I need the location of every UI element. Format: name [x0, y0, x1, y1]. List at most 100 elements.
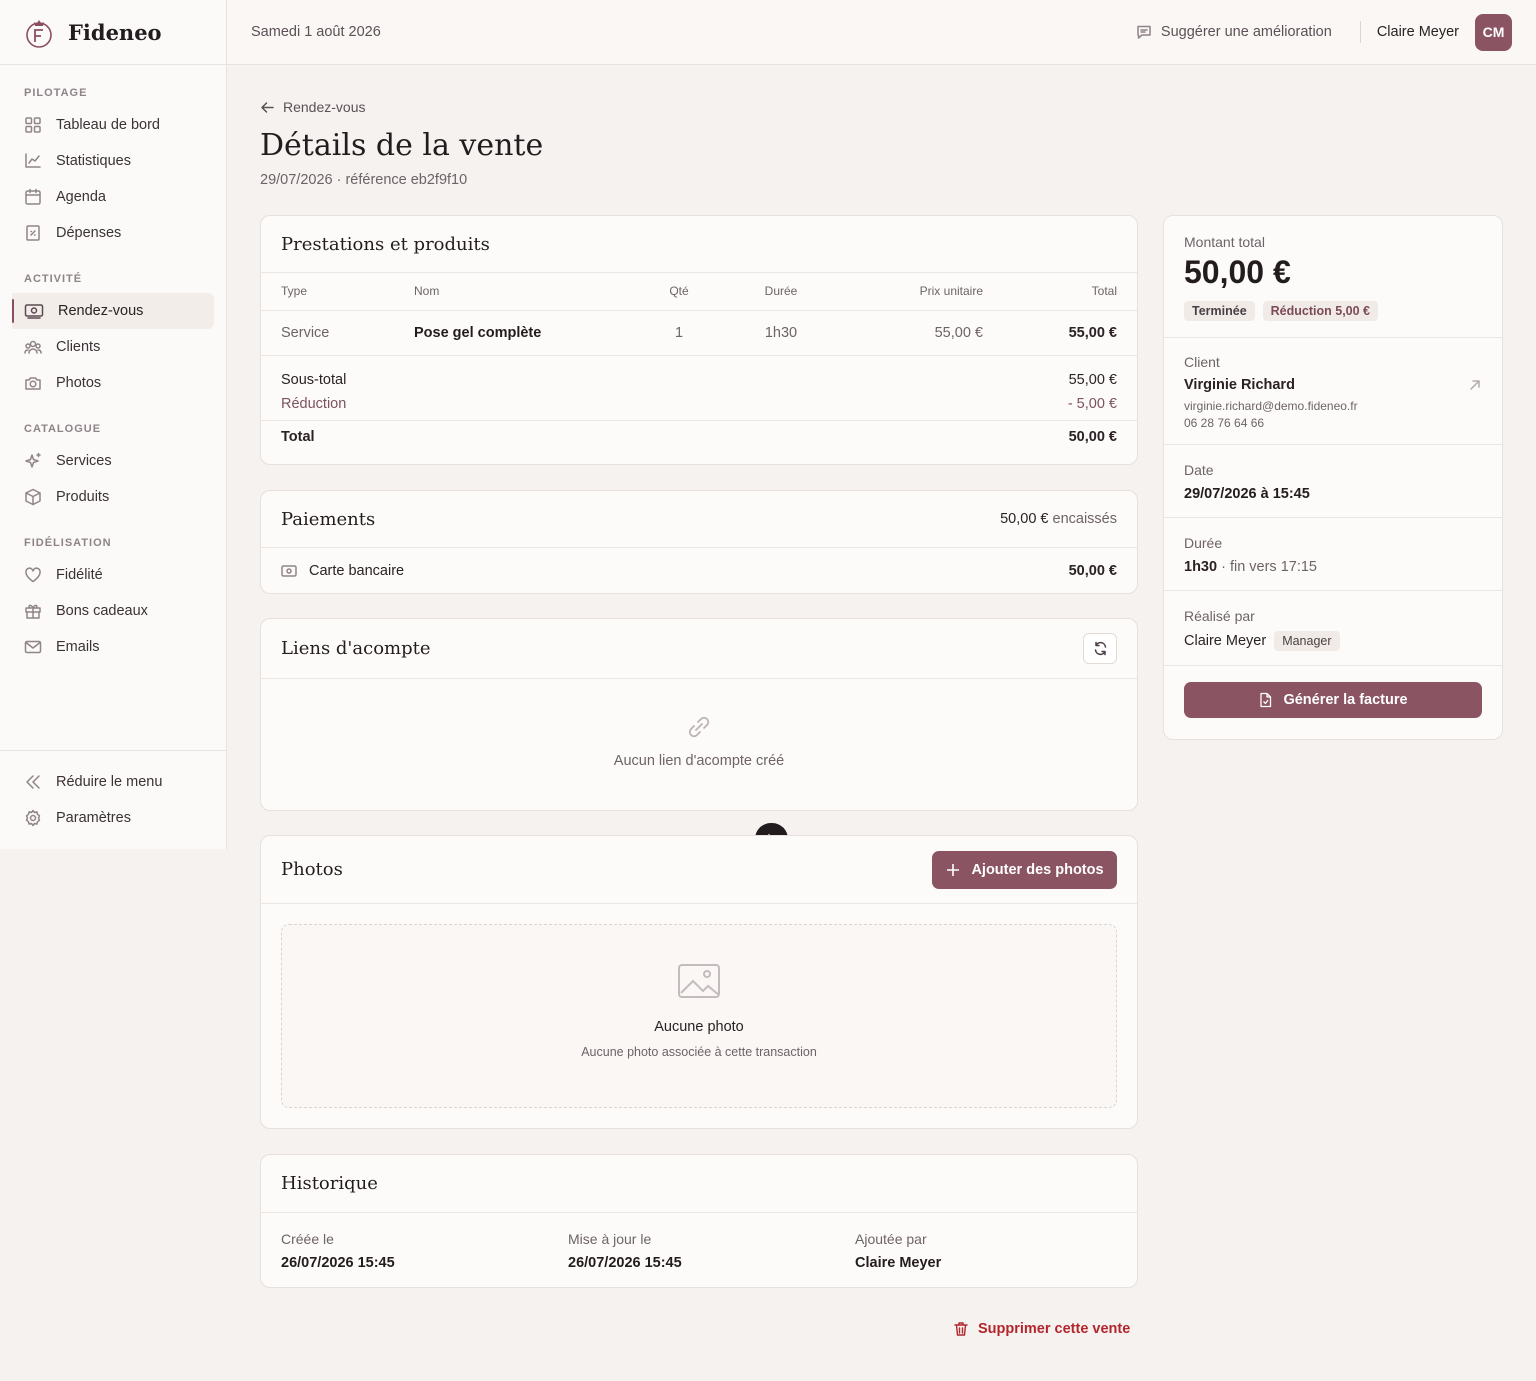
- user-name[interactable]: Claire Meyer: [1377, 24, 1459, 40]
- status-badge: Terminée: [1184, 301, 1255, 321]
- deposit-empty-state: Aucun lien d'acompte créé: [261, 679, 1137, 769]
- date-label: Date: [1184, 462, 1214, 478]
- card-header: Photos Ajouter des photos: [261, 836, 1137, 904]
- section-label-pilotage: PILOTAGE: [24, 87, 88, 99]
- chart-icon: [25, 153, 41, 168]
- col-name: Nom: [414, 273, 644, 311]
- gift-icon: [25, 604, 41, 619]
- nav-label: Bons cadeaux: [56, 603, 148, 619]
- settings-button[interactable]: Paramètres: [0, 800, 214, 836]
- add-photos-button[interactable]: Ajouter des photos: [932, 850, 1117, 889]
- performed-by-section: Réalisé par Claire Meyer Manager: [1164, 591, 1502, 666]
- trash-icon: [954, 1322, 968, 1336]
- section-label-catalogue: CATALOGUE: [24, 423, 102, 435]
- image-icon: [678, 964, 720, 998]
- nav-item-bons-cadeaux[interactable]: Bons cadeaux: [0, 593, 214, 629]
- total-section: Montant total 50,00 € Terminée Réduction…: [1164, 216, 1502, 338]
- author-label: Ajoutée par: [855, 1231, 927, 1247]
- created-label: Créée le: [281, 1231, 334, 1247]
- collected-label: encaissés: [1052, 511, 1117, 527]
- photos-card: Photos Ajouter des photos Aucune photo A…: [260, 835, 1138, 1129]
- section-label-activite: ACTIVITÉ: [24, 273, 83, 285]
- nav-item-produits[interactable]: Produits: [0, 479, 214, 515]
- cell-type: Service: [261, 310, 414, 356]
- nav-label: Clients: [56, 339, 101, 355]
- delete-sale-button[interactable]: Supprimer cette vente: [953, 1321, 1130, 1337]
- grid-icon: [25, 117, 41, 133]
- payment-row: Carte bancaire 50,00 €: [261, 548, 1137, 593]
- external-link-icon[interactable]: [1468, 378, 1482, 392]
- performed-by-line: Claire Meyer Manager: [1184, 631, 1482, 651]
- history-updated: Mise à jour le 26/07/2026 15:45: [568, 1231, 855, 1271]
- cell-qty: 1: [644, 310, 714, 356]
- items-card: Prestations et produits Type Nom Qté Dur…: [260, 215, 1138, 465]
- box-icon: [25, 488, 41, 506]
- message-icon: [1137, 25, 1151, 39]
- nav-item-services[interactable]: Services: [0, 443, 214, 479]
- history-author: Ajoutée par Claire Meyer: [855, 1231, 941, 1271]
- card-header: Prestations et produits: [261, 216, 1137, 273]
- col-qty: Qté: [644, 273, 714, 311]
- refresh-icon: [1094, 641, 1106, 656]
- client-name[interactable]: Virginie Richard: [1184, 377, 1482, 393]
- heart-icon: [25, 567, 41, 583]
- photos-empty-text: Aucune photo associée à cette transactio…: [581, 1045, 817, 1059]
- nav-item-emails[interactable]: Emails: [0, 629, 214, 665]
- refresh-button[interactable]: [1083, 633, 1117, 664]
- nav-item-statistiques[interactable]: Statistiques: [0, 143, 214, 179]
- nav-label: Emails: [56, 639, 100, 655]
- plus-icon: [947, 863, 960, 876]
- settings-label: Paramètres: [56, 810, 131, 826]
- nav-item-tableau-de-bord[interactable]: Tableau de bord: [0, 107, 214, 143]
- card-title: Prestations et produits: [281, 233, 490, 255]
- deposit-empty-text: Aucun lien d'acompte créé: [613, 753, 785, 769]
- suggest-label: Suggérer une amélioration: [1160, 24, 1332, 40]
- duration-value: 1h30: [1184, 559, 1218, 575]
- history-grid: Créée le 26/07/2026 15:45 Mise à jour le…: [261, 1213, 1137, 1271]
- nav-item-agenda[interactable]: Agenda: [0, 179, 214, 215]
- collapse-menu-button[interactable]: Réduire le menu: [0, 764, 214, 800]
- brand-name: Fideneo: [68, 19, 162, 45]
- nav-item-fidelite[interactable]: Fidélité: [0, 557, 214, 593]
- generate-invoice-label: Générer la facture: [1283, 692, 1408, 708]
- avatar[interactable]: CM: [1475, 13, 1512, 51]
- history-created: Créée le 26/07/2026 15:45: [281, 1231, 568, 1271]
- subtotal-label: Sous-total: [281, 371, 347, 388]
- card-title: Liens d'acompte: [281, 638, 431, 659]
- nav-item-rendez-vous[interactable]: Rendez-vous: [12, 293, 214, 329]
- sidebar: Fideneo PILOTAGE Tableau de bord Statist…: [0, 0, 227, 849]
- status-badges: Terminée Réduction 5,00 €: [1184, 301, 1482, 321]
- col-total: Total: [983, 273, 1137, 311]
- collected-summary: 50,00 € encaissés: [1000, 511, 1117, 527]
- brand[interactable]: Fideneo: [0, 0, 226, 65]
- card-title: Paiements: [281, 508, 376, 530]
- photos-empty-title: Aucune photo: [654, 1019, 744, 1035]
- nav-item-photos[interactable]: Photos: [0, 365, 214, 401]
- arrow-left-icon: [261, 101, 274, 113]
- table-header-row: Type Nom Qté Durée Prix unitaire Total: [261, 273, 1137, 311]
- current-date: Samedi 1 août 2026: [251, 24, 381, 40]
- subtotal-row: Sous-total 55,00 €: [261, 372, 1137, 388]
- col-type: Type: [261, 273, 414, 311]
- performed-by-name: Claire Meyer: [1184, 633, 1267, 649]
- date-section: Date 29/07/2026 à 15:45: [1164, 445, 1502, 518]
- card-header: Paiements 50,00 € encaissés: [261, 491, 1137, 548]
- author-value: Claire Meyer: [855, 1255, 942, 1271]
- nav-label: Agenda: [56, 189, 106, 205]
- card-title: Historique: [281, 1173, 378, 1194]
- client-section[interactable]: Client Virginie Richard virginie.richard…: [1164, 338, 1502, 445]
- col-unit-price: Prix unitaire: [848, 273, 983, 311]
- updated-label: Mise à jour le: [568, 1231, 652, 1247]
- mail-icon: [24, 640, 42, 654]
- suggest-improvement-button[interactable]: Suggérer une amélioration: [1136, 24, 1332, 40]
- table-row: Service Pose gel complète 1 1h30 55,00 €…: [261, 310, 1137, 356]
- nav-item-clients[interactable]: Clients: [0, 329, 214, 365]
- back-label: Rendez-vous: [283, 99, 366, 115]
- generate-invoice-button[interactable]: Générer la facture: [1184, 682, 1482, 718]
- topbar: Samedi 1 août 2026 Suggérer une améliora…: [227, 0, 1536, 65]
- photo-dropzone[interactable]: Aucune photo Aucune photo associée à cet…: [281, 924, 1117, 1108]
- nav-item-depenses[interactable]: Dépenses: [0, 215, 214, 251]
- created-value: 26/07/2026 15:45: [281, 1255, 395, 1271]
- client-phone: 06 28 76 64 66: [1184, 416, 1265, 430]
- back-link[interactable]: Rendez-vous: [260, 99, 366, 115]
